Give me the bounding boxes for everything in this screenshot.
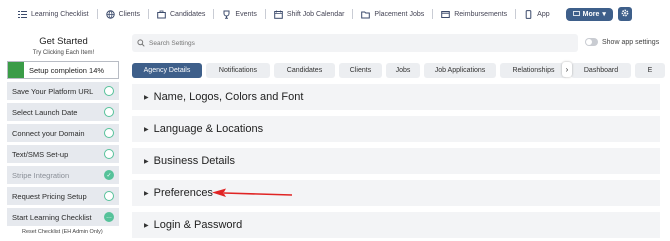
caret-down-icon: ▾: [602, 11, 606, 18]
nav-reimbursements[interactable]: Reimbursements: [433, 0, 515, 28]
setup-progress: Setup completion 14%: [7, 61, 119, 79]
chevron-right-icon: ›: [565, 65, 569, 74]
section-label: Language & Locations: [153, 123, 264, 135]
checklist-item-label: Select Launch Date: [12, 107, 78, 117]
nav-placement-jobs[interactable]: Placement Jobs: [353, 0, 432, 28]
nav-candidates[interactable]: Candidates: [149, 0, 213, 28]
tab-dashboard[interactable]: Dashboard: [571, 62, 631, 78]
nav-app[interactable]: App: [516, 0, 557, 28]
tab-notifications[interactable]: Notifications: [206, 62, 270, 78]
tab-e[interactable]: E: [635, 62, 665, 78]
toggle-knob: [586, 39, 592, 45]
checklist-item-label: Start Learning Checklist: [12, 212, 92, 222]
empty-circle-icon: [104, 191, 114, 201]
tab-agency-details[interactable]: Agency Details: [132, 62, 202, 78]
top-nav: Learning Checklist Clients Candidates Ev…: [0, 0, 670, 28]
section-business-details[interactable]: ▶ Business Details: [132, 148, 660, 174]
nav-label: Clients: [118, 10, 140, 18]
checklist-item[interactable]: Start Learning Checklist …: [7, 208, 119, 226]
ellipsis-circle-icon: …: [104, 212, 114, 222]
tab-candidates[interactable]: Candidates: [274, 62, 335, 78]
nav-label: Learning Checklist: [31, 10, 89, 18]
checklist-item-label: Text/SMS Set-up: [12, 149, 69, 159]
checklist-item-label: Connect your Domain: [12, 128, 85, 138]
checklist-item[interactable]: Save Your Platform URL: [7, 82, 119, 100]
nav-label: Reimbursements: [454, 10, 508, 18]
empty-circle-icon: [104, 128, 114, 138]
checklist-item-label: Save Your Platform URL: [12, 86, 94, 96]
caret-right-icon: ▶: [144, 190, 149, 197]
tabs-scroll-right-button[interactable]: ›: [562, 62, 572, 77]
more-button[interactable]: More ▾: [565, 7, 613, 21]
checklist-item[interactable]: Request Pricing Setup: [7, 187, 119, 205]
nav-label: Shift Job Calendar: [286, 10, 345, 18]
reset-checklist-link[interactable]: Reset Checklist (EH Admin Only): [22, 229, 127, 235]
search-icon: [137, 34, 145, 52]
check-circle-icon: ✓: [104, 170, 114, 180]
mobile-icon: [524, 9, 533, 19]
section-login-password[interactable]: ▶ Login & Password: [132, 212, 660, 238]
settings-tabs: Agency Details Notifications Candidates …: [132, 62, 670, 78]
checklist-item[interactable]: Stripe Integration ✓: [7, 166, 119, 184]
section-label: Name, Logos, Colors and Font: [153, 91, 304, 103]
nav-clients[interactable]: Clients: [98, 0, 148, 28]
red-arrow-icon: [210, 186, 294, 205]
gear-icon: [620, 5, 630, 23]
nav-learning-checklist[interactable]: Learning Checklist: [10, 0, 97, 28]
toggle-label: Show app settings: [602, 38, 660, 46]
caret-right-icon: ▶: [144, 222, 149, 229]
trophy-icon: [222, 10, 231, 19]
section-label: Login & Password: [153, 219, 243, 231]
checklist-item[interactable]: Connect your Domain: [7, 124, 119, 142]
nav-label: Candidates: [170, 10, 206, 18]
setup-checklist: Save Your Platform URL Select Launch Dat…: [7, 82, 119, 226]
folder-icon: [361, 10, 371, 19]
empty-circle-icon: [104, 107, 114, 117]
briefcase-icon: [157, 10, 166, 19]
empty-circle-icon: [104, 149, 114, 159]
section-label: Business Details: [153, 155, 235, 167]
search-bar: [132, 34, 578, 52]
search-input[interactable]: [149, 39, 549, 47]
nav-shift-job-calendar[interactable]: Shift Job Calendar: [266, 0, 353, 28]
list-icon: [18, 10, 27, 19]
caret-right-icon: ▶: [144, 94, 149, 101]
checklist-item-label: Stripe Integration: [12, 170, 70, 180]
checklist-item[interactable]: Select Launch Date: [7, 103, 119, 121]
empty-circle-icon: [104, 86, 114, 96]
calendar-icon: [274, 10, 283, 19]
settings-sections: ▶ Name, Logos, Colors and Font ▶ Languag…: [132, 84, 660, 241]
globe-icon: [105, 9, 115, 19]
section-label: Preferences: [153, 187, 213, 199]
settings-button[interactable]: [617, 5, 632, 23]
caret-right-icon: ▶: [144, 158, 149, 165]
progress-fill: [8, 62, 24, 78]
tab-clients[interactable]: Clients: [339, 62, 382, 78]
settings-main: Show app settings Agency Details Notific…: [132, 30, 670, 241]
sidebar-subtitle: Try Clicking Each Item!: [32, 50, 95, 56]
progress-label: Setup completion 14%: [29, 65, 105, 75]
receipt-icon: [441, 10, 451, 19]
nav-label: Events: [235, 10, 257, 18]
checklist-item[interactable]: Text/SMS Set-up: [7, 145, 119, 163]
nav-label: App: [537, 10, 550, 18]
checklist-item-label: Request Pricing Setup: [12, 191, 87, 201]
sidebar-title: Get Started: [39, 36, 88, 47]
tab-jobs[interactable]: Jobs: [386, 62, 420, 78]
show-app-settings: Show app settings: [585, 38, 659, 46]
more-label: More: [582, 10, 600, 18]
tab-relationships[interactable]: Relationships: [500, 62, 567, 78]
show-app-settings-toggle[interactable]: [585, 38, 598, 46]
nav-label: Placement Jobs: [374, 10, 425, 18]
section-name-logos-colors-font[interactable]: ▶ Name, Logos, Colors and Font: [132, 84, 660, 110]
tab-job-applications[interactable]: Job Applications: [424, 62, 496, 78]
more-icon: [572, 10, 580, 19]
nav-events[interactable]: Events: [214, 0, 264, 28]
get-started-sidebar: Get Started Try Clicking Each Item! Setu…: [0, 30, 127, 241]
caret-right-icon: ▶: [144, 126, 149, 133]
section-language-locations[interactable]: ▶ Language & Locations: [132, 116, 660, 142]
